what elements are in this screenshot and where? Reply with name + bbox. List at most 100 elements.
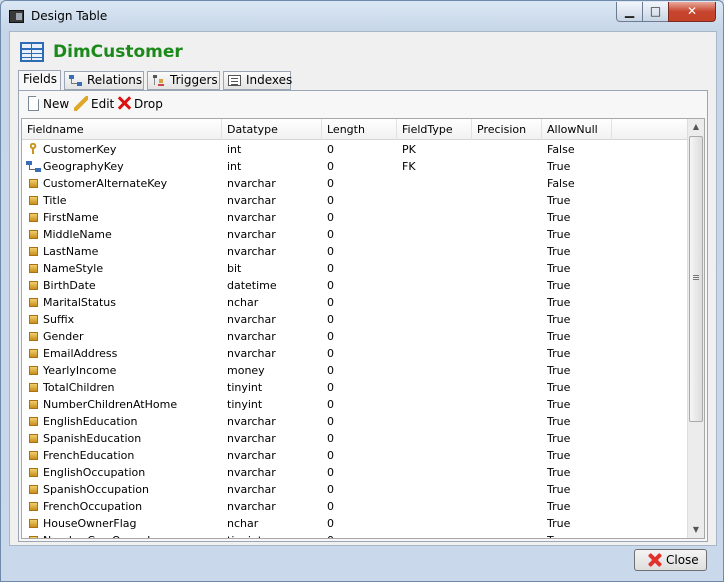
table-row[interactable]: NumberChildrenAtHome tinyint 0 True	[22, 396, 687, 413]
table-row[interactable]: BirthDate datetime 0 True	[22, 277, 687, 294]
table-row[interactable]: Title nvarchar 0 True	[22, 192, 687, 209]
cell-length: 0	[327, 415, 334, 428]
cell-allownull: True	[547, 330, 571, 343]
column-header-allownull[interactable]: AllowNull	[542, 119, 612, 140]
cell-fieldtype	[402, 481, 472, 498]
scroll-down-arrow[interactable]: ▼	[688, 522, 704, 538]
cell-length: 0	[327, 517, 334, 530]
table-row[interactable]: FrenchEducation nvarchar 0 True	[22, 447, 687, 464]
cell-precision	[477, 362, 547, 379]
table-row[interactable]: YearlyIncome money 0 True	[22, 362, 687, 379]
cell-precision	[477, 447, 547, 464]
table-row[interactable]: CustomerKey int 0 PK False	[22, 141, 687, 158]
field-icon	[29, 298, 38, 307]
cell-allownull: True	[547, 245, 571, 258]
column-header-datatype[interactable]: Datatype	[222, 119, 322, 140]
new-button[interactable]: New	[26, 95, 69, 113]
cell-precision	[477, 158, 547, 175]
cell-allownull: False	[547, 177, 575, 190]
cell-name: LastName	[43, 245, 99, 258]
cell-allownull: True	[547, 483, 571, 496]
minimize-button[interactable]: ▁	[616, 2, 643, 22]
table-row[interactable]: FirstName nvarchar 0 True	[22, 209, 687, 226]
cell-type: int	[227, 143, 242, 156]
column-header-length[interactable]: Length	[322, 119, 397, 140]
field-icon	[29, 400, 38, 409]
scroll-up-arrow[interactable]: ▲	[688, 119, 704, 135]
table-row[interactable]: SpanishEducation nvarchar 0 True	[22, 430, 687, 447]
cell-name: SpanishOccupation	[43, 483, 149, 496]
table-row[interactable]: NameStyle bit 0 True	[22, 260, 687, 277]
table-row[interactable]: Suffix nvarchar 0 True	[22, 311, 687, 328]
field-icon	[29, 281, 38, 290]
primary-key-icon	[30, 143, 37, 154]
field-icon	[29, 179, 38, 188]
grid-header: Fieldname Datatype Length FieldType Prec…	[22, 119, 687, 140]
maximize-button[interactable]: □	[642, 2, 669, 22]
cell-type: int	[227, 160, 242, 173]
column-header-precision[interactable]: Precision	[472, 119, 542, 140]
cell-precision	[477, 175, 547, 192]
table-row[interactable]: SpanishOccupation nvarchar 0 True	[22, 481, 687, 498]
cell-allownull: True	[547, 211, 571, 224]
cell-fieldtype	[402, 498, 472, 515]
cell-fieldtype	[402, 192, 472, 209]
cell-length: 0	[327, 177, 334, 190]
cell-length: 0	[327, 466, 334, 479]
table-row[interactable]: FrenchOccupation nvarchar 0 True	[22, 498, 687, 515]
cell-length: 0	[327, 296, 334, 309]
cell-name: FrenchOccupation	[43, 500, 143, 513]
tab-relations[interactable]: Relations	[64, 71, 144, 90]
vertical-scrollbar[interactable]: ▲ ▼	[687, 119, 704, 538]
table-row[interactable]: EmailAddress nvarchar 0 True	[22, 345, 687, 362]
window-close-button[interactable]: ✕	[668, 2, 716, 22]
title-bar[interactable]: Design Table ▁ □ ✕	[1, 1, 723, 31]
cell-allownull: True	[547, 532, 607, 538]
cell-fieldtype	[402, 362, 472, 379]
table-row[interactable]: LastName nvarchar 0 True	[22, 243, 687, 260]
tab-indexes[interactable]: Indexes	[223, 71, 292, 90]
cell-precision	[477, 328, 547, 345]
table-row[interactable]: Gender nvarchar 0 True	[22, 328, 687, 345]
tab-fields[interactable]: Fields	[18, 70, 61, 91]
table-row[interactable]: TotalChildren tinyint 0 True	[22, 379, 687, 396]
table-row[interactable]: NumberCarsOwned tinyint 0 True	[22, 532, 687, 538]
cell-precision	[477, 430, 547, 447]
cell-name: BirthDate	[43, 279, 96, 292]
cell-name: Title	[43, 194, 67, 207]
cell-precision	[477, 498, 547, 515]
cell-type: nvarchar	[227, 432, 276, 445]
field-icon	[29, 383, 38, 392]
cell-length: 0	[327, 381, 334, 394]
cell-length: 0	[327, 532, 397, 538]
close-button[interactable]: Close	[634, 549, 707, 571]
cell-fieldtype	[402, 413, 472, 430]
edit-button[interactable]: Edit	[74, 95, 114, 113]
cell-fieldtype	[402, 345, 472, 362]
cell-length: 0	[327, 347, 334, 360]
table-row[interactable]: CustomerAlternateKey nvarchar 0 False	[22, 175, 687, 192]
column-header-fieldname[interactable]: Fieldname	[22, 119, 222, 140]
table-row[interactable]: GeographyKey int 0 FK True	[22, 158, 687, 175]
cell-allownull: True	[547, 313, 571, 326]
table-row[interactable]: EnglishOccupation nvarchar 0 True	[22, 464, 687, 481]
cell-allownull: True	[547, 381, 571, 394]
cell-length: 0	[327, 398, 334, 411]
tab-triggers[interactable]: Triggers	[147, 71, 220, 90]
cell-precision	[477, 345, 547, 362]
table-row[interactable]: EnglishEducation nvarchar 0 True	[22, 413, 687, 430]
scroll-thumb[interactable]	[689, 136, 703, 422]
table-row[interactable]: HouseOwnerFlag nchar 0 True	[22, 515, 687, 532]
table-row[interactable]: MiddleName nvarchar 0 True	[22, 226, 687, 243]
column-header-fieldtype[interactable]: FieldType	[397, 119, 472, 140]
field-icon	[29, 434, 38, 443]
drop-button[interactable]: Drop	[117, 95, 163, 113]
field-icon	[29, 349, 38, 358]
cell-precision	[477, 532, 547, 538]
cell-type: nvarchar	[227, 211, 276, 224]
table-row[interactable]: MaritalStatus nchar 0 True	[22, 294, 687, 311]
tab-triggers-label: Triggers	[170, 73, 218, 87]
cell-type: money	[227, 364, 265, 377]
cell-fieldtype	[402, 430, 472, 447]
field-icon	[29, 417, 38, 426]
